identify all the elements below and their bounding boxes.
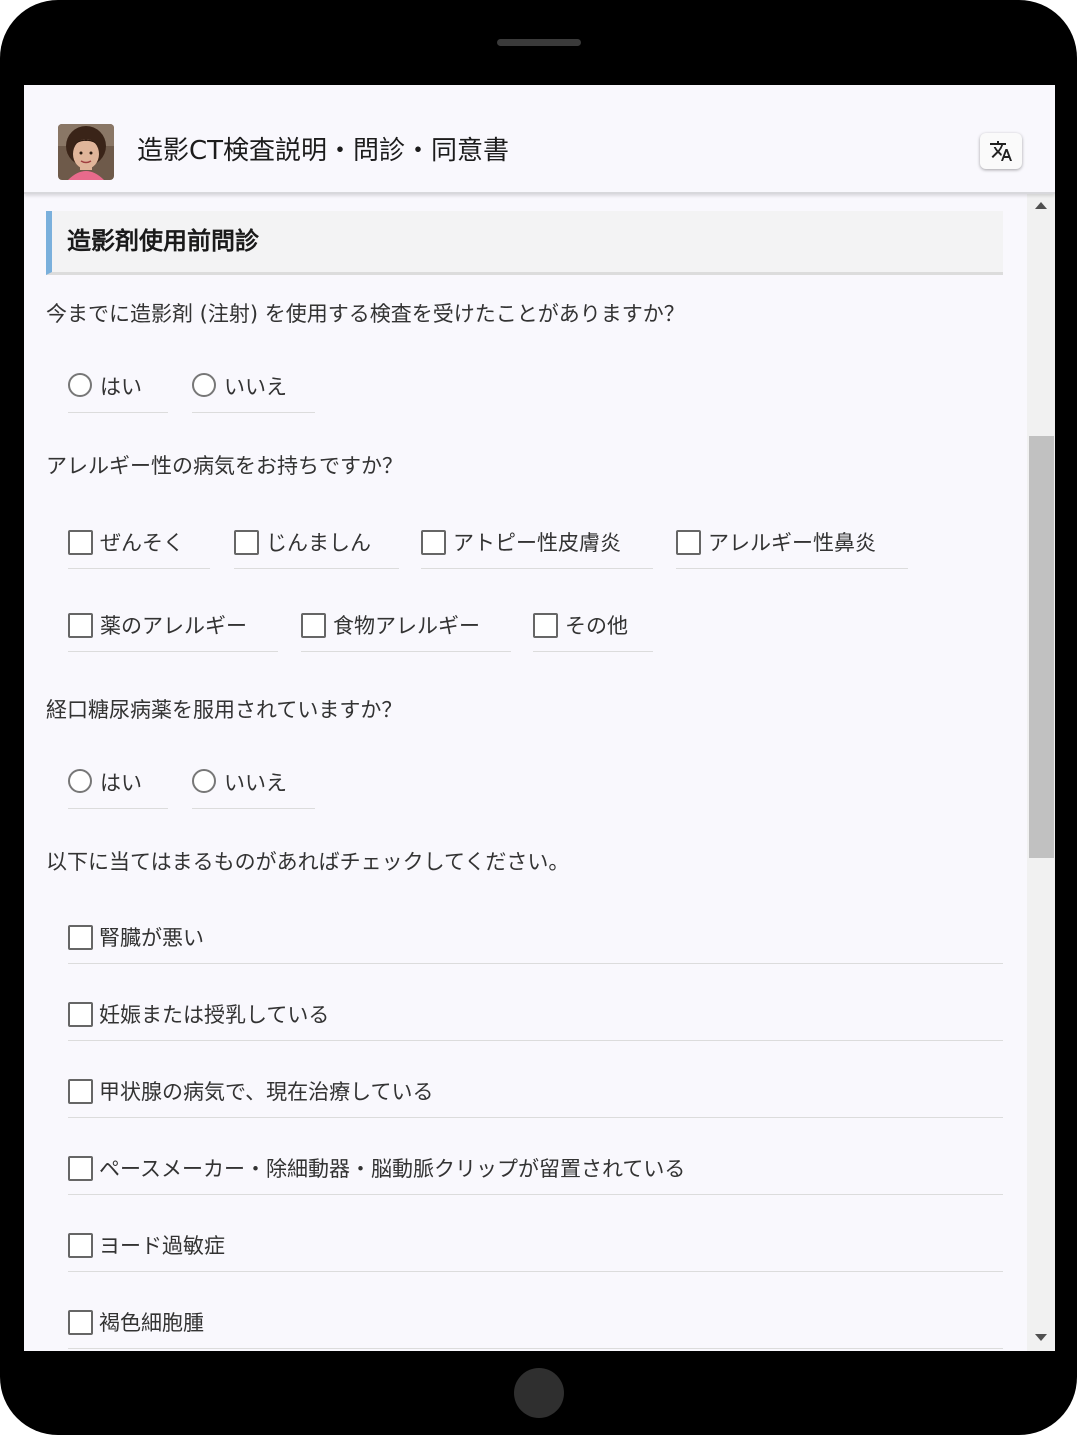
checkbox-other[interactable]: その他 [533,601,653,652]
option-label: 褐色細胞腫 [99,1311,204,1335]
option-label: 薬のアレルギー [100,614,247,638]
checkbox-box[interactable] [68,613,93,638]
question-allergy: アレルギー性の病気をお持ちですか？ [46,454,403,478]
question-diabetes-medication: 経口糖尿病薬を服用されていますか？ [46,698,403,722]
checkbox-food-allergy[interactable]: 食物アレルギー [301,601,511,652]
section-header: 造影剤使用前問診 [46,211,1003,275]
checkbox-box[interactable] [421,530,446,555]
option-label: 食物アレルギー [333,614,480,638]
checkbox-thyroid[interactable]: 甲状腺の病気で、現在治療している [68,1067,1003,1118]
scroll-up-arrow-icon[interactable] [1035,202,1047,209]
option-label: アレルギー性鼻炎 [708,531,876,555]
checkbox-box[interactable] [68,1079,93,1104]
option-label: じんましん [266,531,371,555]
checkbox-box[interactable] [301,613,326,638]
radio-option-no[interactable]: いいえ [192,758,315,809]
checkbox-box[interactable] [68,530,93,555]
radio-circle[interactable] [68,373,92,397]
checkbox-pregnancy[interactable]: 妊娠または授乳している [68,990,1003,1041]
scrollbar-thumb[interactable] [1029,436,1054,858]
option-label: 腎臓が悪い [99,926,204,950]
vertical-scrollbar[interactable] [1027,194,1055,1351]
checkbox-box[interactable] [234,530,259,555]
home-button[interactable] [514,1368,564,1418]
checkbox-box[interactable] [533,613,558,638]
checkbox-allergic-rhinitis[interactable]: アレルギー性鼻炎 [676,518,908,569]
checkbox-hives[interactable]: じんましん [234,518,399,569]
checkbox-atopic-dermatitis[interactable]: アトピー性皮膚炎 [421,518,653,569]
radio-circle[interactable] [192,769,216,793]
option-label: いいえ [224,771,287,795]
checkbox-box[interactable] [68,1310,93,1335]
checkbox-pheochromocytoma[interactable]: 褐色細胞腫 [68,1298,1003,1349]
checkbox-box[interactable] [68,925,93,950]
radio-option-no[interactable]: いいえ [192,362,315,413]
radio-option-yes[interactable]: はい [68,758,168,809]
translate-icon [990,141,1012,161]
radio-circle[interactable] [192,373,216,397]
section-title: 造影剤使用前問診 [67,227,259,255]
option-label: はい [100,771,142,795]
speaker-slot [497,39,581,46]
option-label: いいえ [224,375,287,399]
checkbox-box[interactable] [68,1002,93,1027]
checkbox-box[interactable] [68,1233,93,1258]
option-label: その他 [565,614,628,638]
person-photo-icon [58,124,114,180]
questionnaire-content: 造影剤使用前問診 今までに造影剤 (注射) を使用する検査を受けたことがあります… [24,194,1027,1351]
app-screen: 造影CT検査説明・問診・同意書 造影剤使用前問診 今までに造影剤 (注射) を使… [24,85,1055,1351]
checkbox-pacemaker[interactable]: ペースメーカー・除細動器・脳動脈クリップが留置されている [68,1144,1003,1195]
option-label: はい [100,375,142,399]
question-contrast-history: 今までに造影剤 (注射) を使用する検査を受けたことがありますか？ [46,302,685,326]
checkbox-box[interactable] [68,1156,93,1181]
app-header: 造影CT検査説明・問診・同意書 [24,85,1055,194]
option-label: ぜんそく [100,531,184,555]
checkbox-iodine-hypersensitivity[interactable]: ヨード過敏症 [68,1221,1003,1272]
checkbox-asthma[interactable]: ぜんそく [68,518,210,569]
question-conditions: 以下に当てはまるものがあればチェックしてください。 [46,850,570,874]
checkbox-drug-allergy[interactable]: 薬のアレルギー [68,601,278,652]
scroll-down-arrow-icon[interactable] [1035,1334,1047,1341]
option-label: ヨード過敏症 [99,1234,225,1258]
radio-option-yes[interactable]: はい [68,362,168,413]
checkbox-kidney[interactable]: 腎臓が悪い [68,913,1003,964]
page-title: 造影CT検査説明・問診・同意書 [137,136,510,166]
tablet-frame: 造影CT検査説明・問診・同意書 造影剤使用前問診 今までに造影剤 (注射) を使… [0,0,1077,1435]
option-label: 妊娠または授乳している [99,1003,330,1027]
option-label: アトピー性皮膚炎 [453,531,621,555]
translate-button[interactable] [980,133,1022,169]
radio-circle[interactable] [68,769,92,793]
option-label: ペースメーカー・除細動器・脳動脈クリップが留置されている [99,1157,686,1181]
checkbox-box[interactable] [676,530,701,555]
option-label: 甲状腺の病気で、現在治療している [99,1080,434,1104]
